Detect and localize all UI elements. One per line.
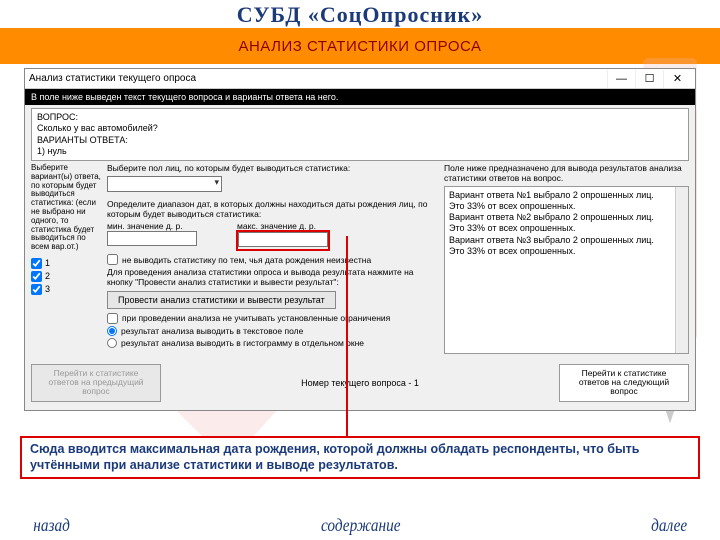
nav-toc[interactable]: содержание	[321, 515, 401, 536]
unknown-dob-checkbox[interactable]	[107, 254, 118, 265]
callout-connector	[346, 236, 348, 441]
nav-next[interactable]: далее	[651, 515, 687, 536]
close-button[interactable]: ✕	[663, 70, 691, 88]
prev-question-button: Перейти к статистике ответов на предыдущ…	[31, 364, 161, 402]
window-title: Анализ статистики текущего опроса	[29, 73, 607, 84]
result-line: Вариант ответа №3 выбрало 2 опрошенных л…	[449, 235, 684, 246]
max-date-label: макс. значение д. р.	[237, 221, 329, 231]
app-title: СУБД «СоцОпросник»	[0, 0, 720, 28]
minimize-button[interactable]: —	[607, 70, 635, 88]
question-label: ВОПРОС:	[37, 112, 683, 123]
output-hist-radio[interactable]	[107, 338, 117, 348]
variant-check-1[interactable]: 1	[31, 258, 101, 269]
next-question-button[interactable]: Перейти к статистике ответов на следующи…	[559, 364, 689, 402]
filters-column: Выберите пол лиц, по которым будет вывод…	[107, 164, 438, 354]
result-line: Это 33% от всех опрошенных.	[449, 201, 684, 212]
max-date-input[interactable]	[238, 232, 328, 247]
results-box[interactable]: Вариант ответа №1 выбрало 2 опрошенных л…	[444, 186, 689, 354]
variant-check-3[interactable]: 3	[31, 284, 101, 295]
run-analysis-button[interactable]: Провести анализ статистики и вывести рез…	[107, 291, 336, 309]
output-hist-label: результат анализа выводить в гистограмму…	[121, 338, 364, 348]
output-text-radio[interactable]	[107, 326, 117, 336]
maximize-button[interactable]: ☐	[635, 70, 663, 88]
result-line: Это 33% от всех опрошенных.	[449, 223, 684, 234]
result-line: Вариант ответа №1 выбрало 2 опрошенных л…	[449, 190, 684, 201]
answer-1: 1) нуль	[37, 146, 683, 157]
question-box: ВОПРОС: Сколько у вас автомобилей? ВАРИА…	[31, 108, 689, 161]
max-date-highlight	[237, 231, 329, 250]
min-date-input[interactable]	[107, 231, 197, 246]
results-column: Поле ниже предназначено для вывода резул…	[444, 164, 689, 354]
result-line: Вариант ответа №2 выбрало 2 опрошенных л…	[449, 212, 684, 223]
answers-label: ВАРИАНТЫ ОТВЕТА:	[37, 135, 683, 146]
question-nav: Перейти к статистике ответов на предыдущ…	[25, 358, 695, 410]
output-text-label: результат анализа выводить в текстовое п…	[121, 326, 303, 336]
current-question-label: Номер текущего вопроса - 1	[301, 378, 419, 388]
variants-header: Выберите вариант(ы) ответа, по которым б…	[31, 164, 101, 252]
run-note: Для проведения анализа статистики опроса…	[107, 268, 438, 288]
min-date-label: мин. значение д. р.	[107, 221, 197, 231]
results-header: Поле ниже предназначено для вывода резул…	[444, 164, 689, 184]
nav-back[interactable]: назад	[33, 515, 70, 536]
intro-text: В поле ниже выведен текст текущего вопро…	[25, 89, 695, 105]
sex-label: Выберите пол лиц, по которым будет вывод…	[107, 164, 438, 174]
callout-text: Сюда вводится максимальная дата рождения…	[20, 436, 700, 479]
slide-nav: назад содержание далее	[0, 515, 720, 536]
unknown-dob-label: не выводить статистику по тем, чья дата …	[122, 255, 371, 265]
stats-window: Анализ статистики текущего опроса — ☐ ✕ …	[24, 68, 696, 411]
ignore-limits-checkbox[interactable]	[107, 313, 118, 324]
question-text: Сколько у вас автомобилей?	[37, 123, 683, 134]
sex-select[interactable]	[107, 176, 222, 192]
titlebar: Анализ статистики текущего опроса — ☐ ✕	[25, 69, 695, 89]
ignore-limits-label: при проведении анализа не учитывать уста…	[122, 313, 390, 323]
variants-column: Выберите вариант(ы) ответа, по которым б…	[31, 164, 101, 354]
variant-check-2[interactable]: 2	[31, 271, 101, 282]
result-line: Это 33% от всех опрошенных.	[449, 246, 684, 257]
date-range-label: Определите диапазон дат, в которых должн…	[107, 200, 438, 220]
